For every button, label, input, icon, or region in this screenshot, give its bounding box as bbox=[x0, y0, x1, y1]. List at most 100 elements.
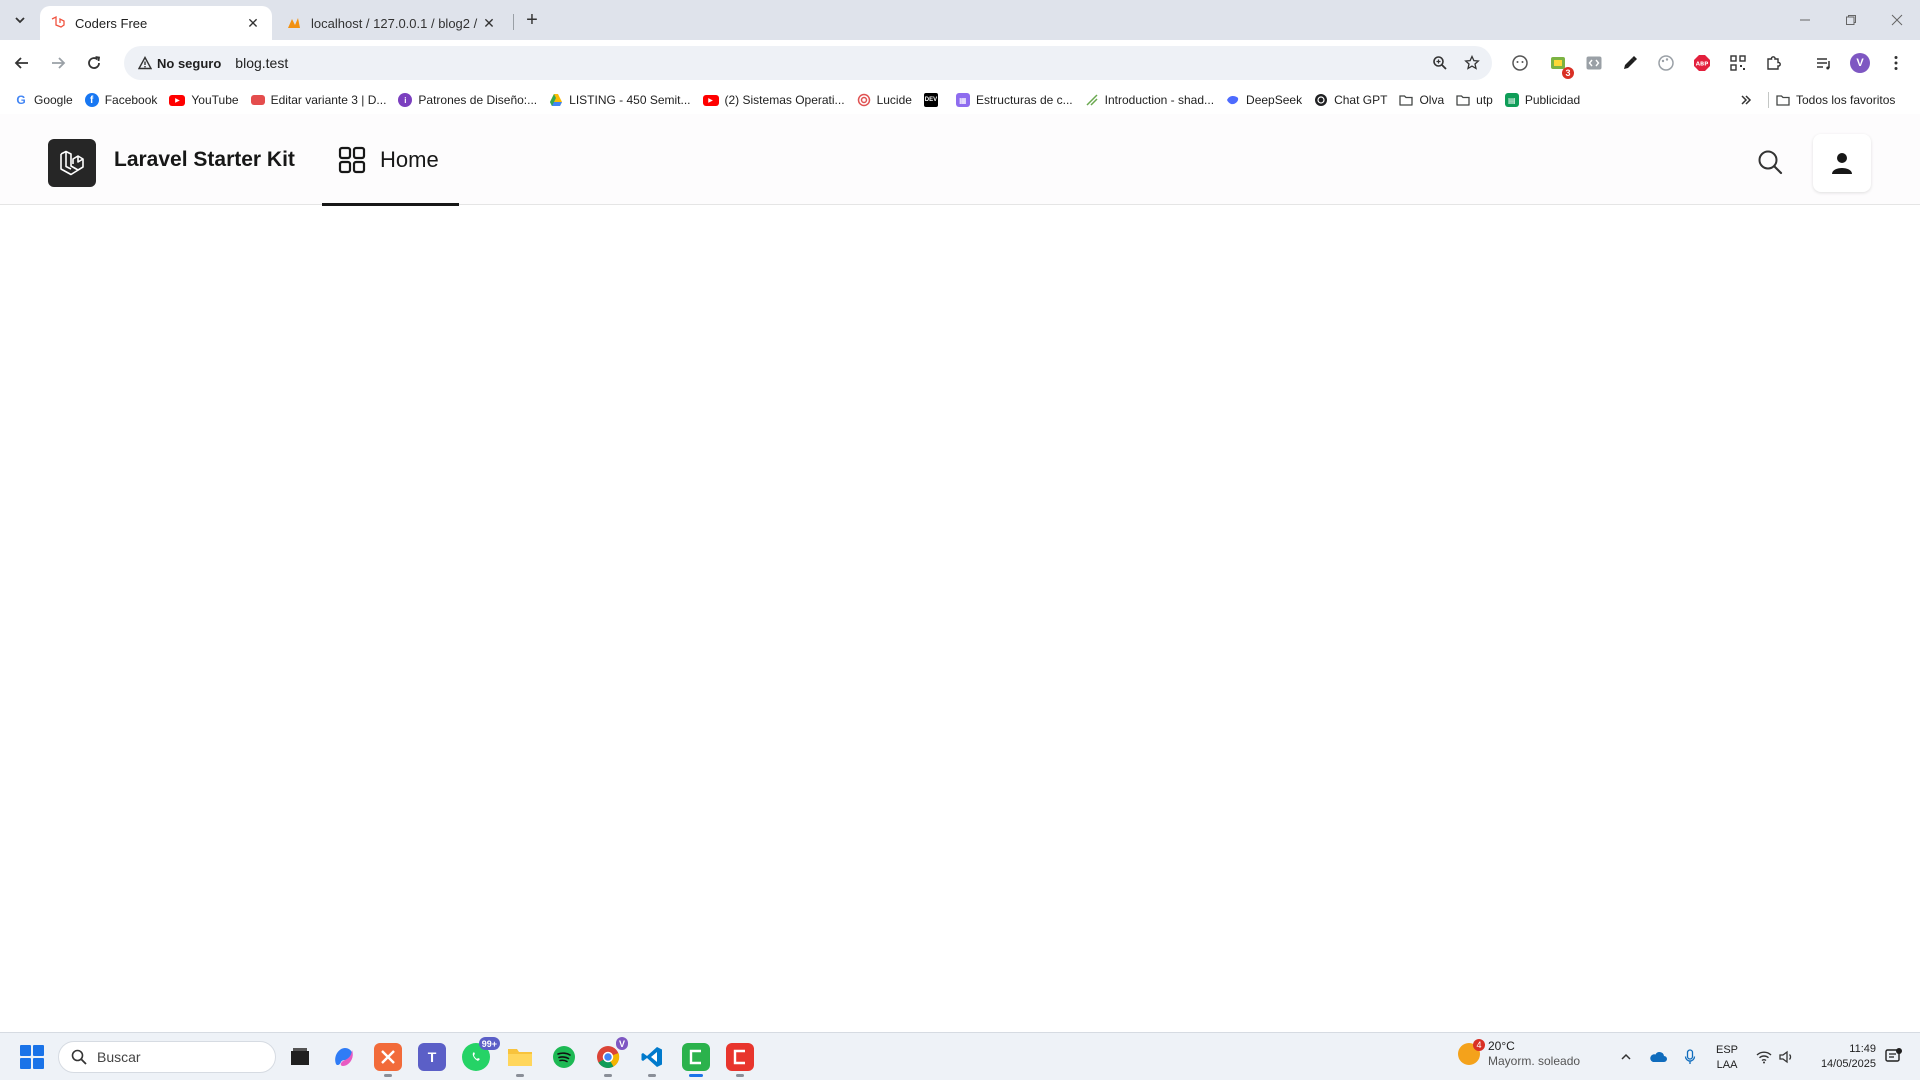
adblock-button[interactable]: ABP bbox=[1690, 51, 1714, 75]
taskbar-app-task-view[interactable] bbox=[286, 1043, 314, 1071]
extension-button[interactable] bbox=[1508, 51, 1532, 75]
taskbar-app-terminal-green[interactable] bbox=[682, 1043, 710, 1077]
bookmark-star-button[interactable] bbox=[1460, 51, 1484, 75]
user-icon bbox=[1832, 153, 1852, 174]
xampp-icon bbox=[381, 1050, 395, 1064]
taskbar-app-whatsapp[interactable]: 99+ bbox=[462, 1037, 500, 1071]
start-button[interactable] bbox=[20, 1045, 44, 1069]
folder-icon bbox=[508, 1049, 532, 1066]
show-hidden-icons-button[interactable] bbox=[1616, 1047, 1636, 1067]
volume-button[interactable] bbox=[1776, 1047, 1796, 1067]
store-icon bbox=[250, 95, 265, 105]
forward-button[interactable] bbox=[44, 49, 72, 77]
bookmarks-overflow-button[interactable] bbox=[1734, 88, 1758, 112]
address-bar[interactable]: No seguro blog.test bbox=[124, 46, 1492, 80]
url-text[interactable]: blog.test bbox=[235, 55, 288, 71]
new-tab-button[interactable]: + bbox=[520, 8, 544, 32]
search-button[interactable] bbox=[1754, 146, 1786, 178]
taskbar-app-spotify[interactable] bbox=[550, 1043, 578, 1071]
taskbar-app-chrome[interactable]: V bbox=[594, 1037, 628, 1077]
taskbar-app-xampp[interactable] bbox=[374, 1043, 402, 1077]
app-logo[interactable] bbox=[48, 139, 96, 187]
taskbar-app-vscode[interactable] bbox=[638, 1043, 666, 1077]
bookmark-label: LISTING - 450 Semit... bbox=[569, 93, 691, 107]
bookmark-sistemas[interactable]: ▶ (2) Sistemas Operati... bbox=[697, 88, 851, 112]
running-indicator bbox=[689, 1074, 703, 1077]
taskbar-search[interactable]: Buscar bbox=[58, 1041, 276, 1073]
arrow-left-icon bbox=[14, 57, 28, 69]
language-line2: LAA bbox=[1716, 1059, 1738, 1071]
chevron-up-icon bbox=[1621, 1053, 1631, 1060]
qr-code-button[interactable] bbox=[1726, 51, 1750, 75]
language-indicator[interactable]: ESP LAA bbox=[1716, 1043, 1738, 1073]
bookmark-patrones[interactable]: i Patrones de Diseño:... bbox=[392, 88, 543, 112]
system-clock[interactable]: 11:49 14/05/2025 bbox=[1808, 1042, 1876, 1072]
bookmark-lucide[interactable]: Lucide bbox=[851, 88, 918, 112]
bookmark-label: Google bbox=[34, 93, 73, 107]
security-label: No seguro bbox=[157, 55, 222, 71]
site-security-chip[interactable]: No seguro bbox=[132, 50, 227, 76]
bookmark-chatgpt[interactable]: Chat GPT bbox=[1308, 88, 1393, 112]
browser-menu-button[interactable] bbox=[1884, 51, 1908, 75]
reading-list-button[interactable] bbox=[1812, 51, 1836, 75]
brand-name[interactable]: Laravel Starter Kit bbox=[114, 148, 295, 172]
vscode-icon bbox=[641, 1047, 662, 1067]
bookmarks-bar: G Google f Facebook ▶ YouTube Editar var… bbox=[0, 86, 1920, 114]
facebook-icon: f bbox=[84, 93, 99, 107]
extension-button[interactable] bbox=[1582, 51, 1606, 75]
bookmark-folder-utp[interactable]: utp bbox=[1450, 88, 1499, 112]
close-tab-icon[interactable]: ✕ bbox=[480, 14, 498, 32]
bookmark-shadcn[interactable]: Introduction - shad... bbox=[1079, 88, 1220, 112]
onedrive-button[interactable] bbox=[1648, 1047, 1668, 1067]
minimize-button[interactable] bbox=[1782, 0, 1828, 40]
tab-phpmyadmin[interactable]: localhost / 127.0.0.1 / blog2 / p ✕ bbox=[276, 6, 508, 40]
weather-widget[interactable]: 4 20°C Mayorm. soleado bbox=[1458, 1039, 1580, 1069]
bookmark-publicidad[interactable]: ▤ Publicidad bbox=[1499, 88, 1586, 112]
bookmark-facebook[interactable]: f Facebook bbox=[79, 88, 164, 112]
taskbar-app-copilot[interactable] bbox=[330, 1043, 358, 1071]
teams-icon: T bbox=[427, 1049, 437, 1065]
arrow-right-icon bbox=[52, 57, 66, 69]
bookmark-listing[interactable]: LISTING - 450 Semit... bbox=[543, 88, 696, 112]
taskbar-app-teams[interactable]: T bbox=[418, 1043, 446, 1071]
phpmyadmin-icon bbox=[288, 18, 300, 28]
bookmark-editar-variante[interactable]: Editar variante 3 | D... bbox=[245, 88, 393, 112]
user-menu-button[interactable] bbox=[1813, 134, 1871, 192]
close-window-button[interactable] bbox=[1874, 0, 1920, 40]
bookmark-folder-olva[interactable]: Olva bbox=[1393, 88, 1450, 112]
all-bookmarks-button[interactable]: Todos los favoritos bbox=[1776, 88, 1895, 112]
reload-button[interactable] bbox=[80, 49, 108, 77]
taskbar-app-red[interactable] bbox=[726, 1043, 754, 1077]
profile-button[interactable]: V bbox=[1848, 51, 1872, 75]
extension-button[interactable]: 3 bbox=[1546, 51, 1574, 79]
web-page: Laravel Starter Kit Home bbox=[0, 114, 1920, 1032]
bookmark-google[interactable]: G Google bbox=[8, 88, 79, 112]
extensions-menu-button[interactable] bbox=[1762, 51, 1786, 75]
restore-button[interactable] bbox=[1828, 0, 1874, 40]
bookmark-estructuras[interactable]: ▦ Estructuras de c... bbox=[950, 88, 1079, 112]
minimize-icon bbox=[1800, 19, 1810, 21]
wifi-icon bbox=[1756, 1051, 1772, 1064]
laravel-logo-icon bbox=[60, 150, 84, 176]
zoom-button[interactable] bbox=[1428, 51, 1452, 75]
media-list-icon bbox=[1817, 58, 1830, 70]
bookmark-dev[interactable]: DEV bbox=[918, 88, 950, 112]
extension-button[interactable] bbox=[1618, 51, 1642, 75]
back-button[interactable] bbox=[8, 49, 36, 77]
tab-coders-free[interactable]: Coders Free ✕ bbox=[40, 6, 272, 40]
close-tab-icon[interactable]: ✕ bbox=[244, 14, 262, 32]
microphone-button[interactable] bbox=[1680, 1047, 1700, 1067]
structures-icon: ▦ bbox=[955, 93, 970, 107]
windows-logo-tile bbox=[33, 1058, 44, 1069]
notifications-button[interactable] bbox=[1884, 1047, 1904, 1067]
restore-icon bbox=[1846, 15, 1856, 25]
taskbar-app-file-explorer[interactable] bbox=[506, 1043, 534, 1077]
nav-item-home[interactable]: Home bbox=[322, 114, 459, 206]
network-button[interactable] bbox=[1754, 1047, 1774, 1067]
extension-button[interactable] bbox=[1654, 51, 1678, 75]
bookmark-deepseek[interactable]: DeepSeek bbox=[1220, 88, 1308, 112]
bookmark-youtube[interactable]: ▶ YouTube bbox=[163, 88, 244, 112]
tab-search-button[interactable] bbox=[8, 8, 32, 32]
bookmark-label: DeepSeek bbox=[1246, 93, 1303, 107]
running-indicator bbox=[604, 1074, 612, 1077]
